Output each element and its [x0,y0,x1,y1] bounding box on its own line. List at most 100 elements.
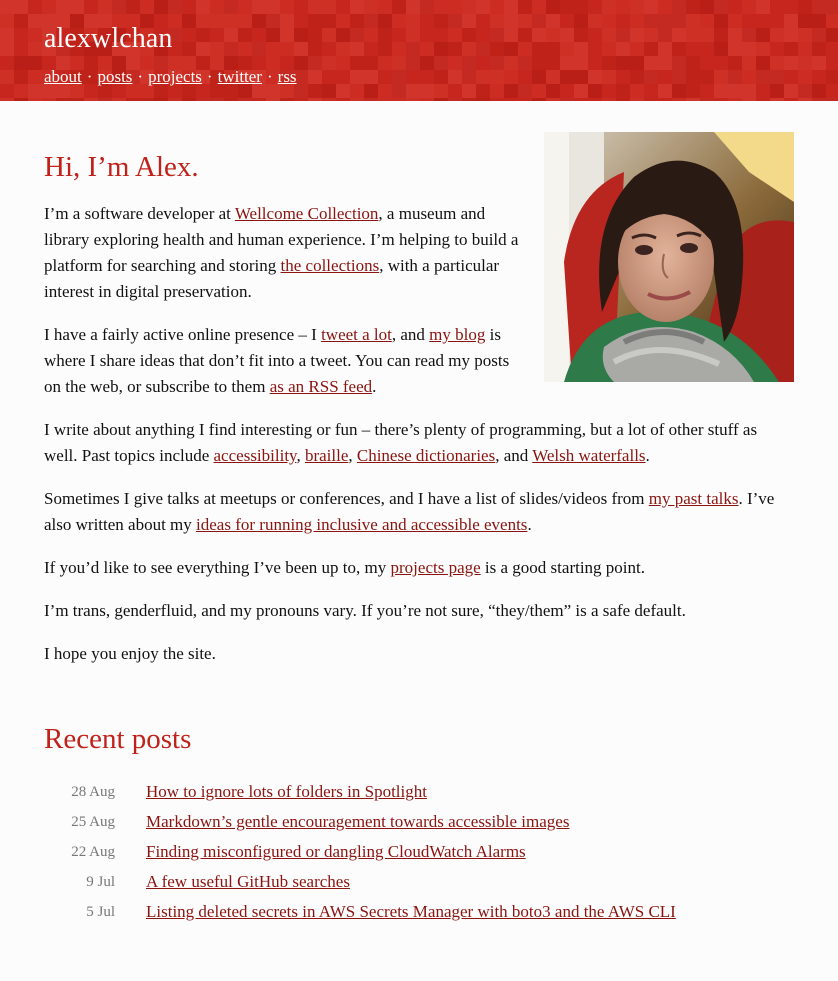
header-content: alexwlchan about · posts · projects · twitter ·… [44,22,297,88]
mosaic-tile [490,84,504,98]
intro-paragraph-topics: I write about anything I find interestin… [44,420,758,465]
mosaic-tile [644,28,658,42]
mosaic-tile [574,70,588,84]
mosaic-tile [742,42,756,56]
mosaic-tile [504,14,518,28]
mosaic-tile [364,14,378,28]
mosaic-tile [322,42,336,56]
nav-about-link[interactable]: about [44,67,82,86]
mosaic-tile [644,14,658,28]
mosaic-tile [28,98,42,101]
the-collections-link[interactable]: the collections [281,256,380,275]
post-title-link[interactable]: A few useful GitHub searches [146,872,350,891]
mosaic-tile [728,84,742,98]
intro-paragraph-talks: Sometimes I give talks at meetups or con… [44,489,775,534]
mosaic-tile [504,84,518,98]
mosaic-tile [490,0,504,14]
mosaic-tile [336,42,350,56]
rss-feed-link[interactable]: as an RSS feed [270,377,372,396]
mosaic-tile [714,42,728,56]
site-header: alexwlchan about · posts · projects · twitter ·… [0,0,838,101]
mosaic-tile [490,70,504,84]
mosaic-tile [714,14,728,28]
post-title-link[interactable]: Listing deleted secrets in AWS Secrets M… [146,902,676,921]
mosaic-tile [84,0,98,14]
mosaic-tile [658,56,672,70]
mosaic-tile [686,28,700,42]
wellcome-collection-link[interactable]: Wellcome Collection [235,204,379,223]
mosaic-tile [602,28,616,42]
mosaic-tile [322,0,336,14]
mosaic-tile [826,42,838,56]
mosaic-tile [700,28,714,42]
mosaic-tile [518,0,532,14]
mosaic-tile [658,14,672,28]
mosaic-tile [812,28,826,42]
nav-separator: · [86,67,93,86]
mosaic-tile [350,0,364,14]
inclusive-events-link[interactable]: ideas for running inclusive and accessib… [196,515,527,534]
mosaic-tile [126,0,140,14]
nav-projects-link[interactable]: projects [148,67,202,86]
list-item: 22 Aug Finding misconfigured or dangling… [44,837,794,867]
mosaic-tile [476,0,490,14]
mosaic-tile [322,56,336,70]
past-talks-link[interactable]: my past talks [649,489,739,508]
mosaic-tile [644,0,658,14]
braille-link[interactable]: braille [305,446,348,465]
mosaic-tile [728,70,742,84]
mosaic-tile [826,28,838,42]
mosaic-tile [644,42,658,56]
nav-rss-link[interactable]: rss [278,67,297,86]
post-title-link[interactable]: How to ignore lots of folders in Spotlig… [146,782,427,801]
mosaic-tile [392,0,406,14]
mosaic-tile [630,84,644,98]
mosaic-tile [672,14,686,28]
mosaic-tile [70,0,84,14]
mosaic-tile [770,28,784,42]
mosaic-tile [406,0,420,14]
mosaic-tile [280,0,294,14]
mosaic-tile [728,56,742,70]
mosaic-tile [630,28,644,42]
site-title-link[interactable]: alexwlchan [44,22,297,56]
intro-paragraph-projects: If you’d like to see everything I’ve bee… [44,558,645,577]
mosaic-tile [616,42,630,56]
my-blog-link[interactable]: my blog [429,325,485,344]
post-title-link[interactable]: Finding misconfigured or dangling CloudW… [146,842,526,861]
welsh-waterfalls-link[interactable]: Welsh waterfalls [532,446,645,465]
tweet-a-lot-link[interactable]: tweet a lot [321,325,392,344]
mosaic-tile [518,28,532,42]
mosaic-tile [546,84,560,98]
mosaic-tile [630,56,644,70]
mosaic-tile [378,0,392,14]
mosaic-tile [434,28,448,42]
mosaic-tile [700,56,714,70]
mosaic-tile [518,42,532,56]
mosaic-tile [28,14,42,28]
mosaic-tile [518,84,532,98]
nav-posts-link[interactable]: posts [97,67,132,86]
mosaic-tile [140,0,154,14]
accessibility-link[interactable]: accessibility [214,446,297,465]
mosaic-tile [518,14,532,28]
mosaic-tile [448,0,462,14]
post-title-link[interactable]: Markdown’s gentle encouragement towards … [146,812,569,831]
mosaic-tile [686,84,700,98]
mosaic-tile [364,42,378,56]
mosaic-tile [532,42,546,56]
mosaic-tile [756,42,770,56]
mosaic-tile [28,84,42,98]
mosaic-tile [392,28,406,42]
mosaic-tile [462,42,476,56]
mosaic-tile [420,56,434,70]
mosaic-tile [784,70,798,84]
mosaic-tile [0,0,14,14]
mosaic-tile [658,84,672,98]
chinese-dictionaries-link[interactable]: Chinese dictionaries [357,446,495,465]
projects-page-link[interactable]: projects page [391,558,481,577]
mosaic-tile [448,42,462,56]
mosaic-tile [588,84,602,98]
nav-twitter-link[interactable]: twitter [218,67,262,86]
mosaic-tile [28,0,42,14]
